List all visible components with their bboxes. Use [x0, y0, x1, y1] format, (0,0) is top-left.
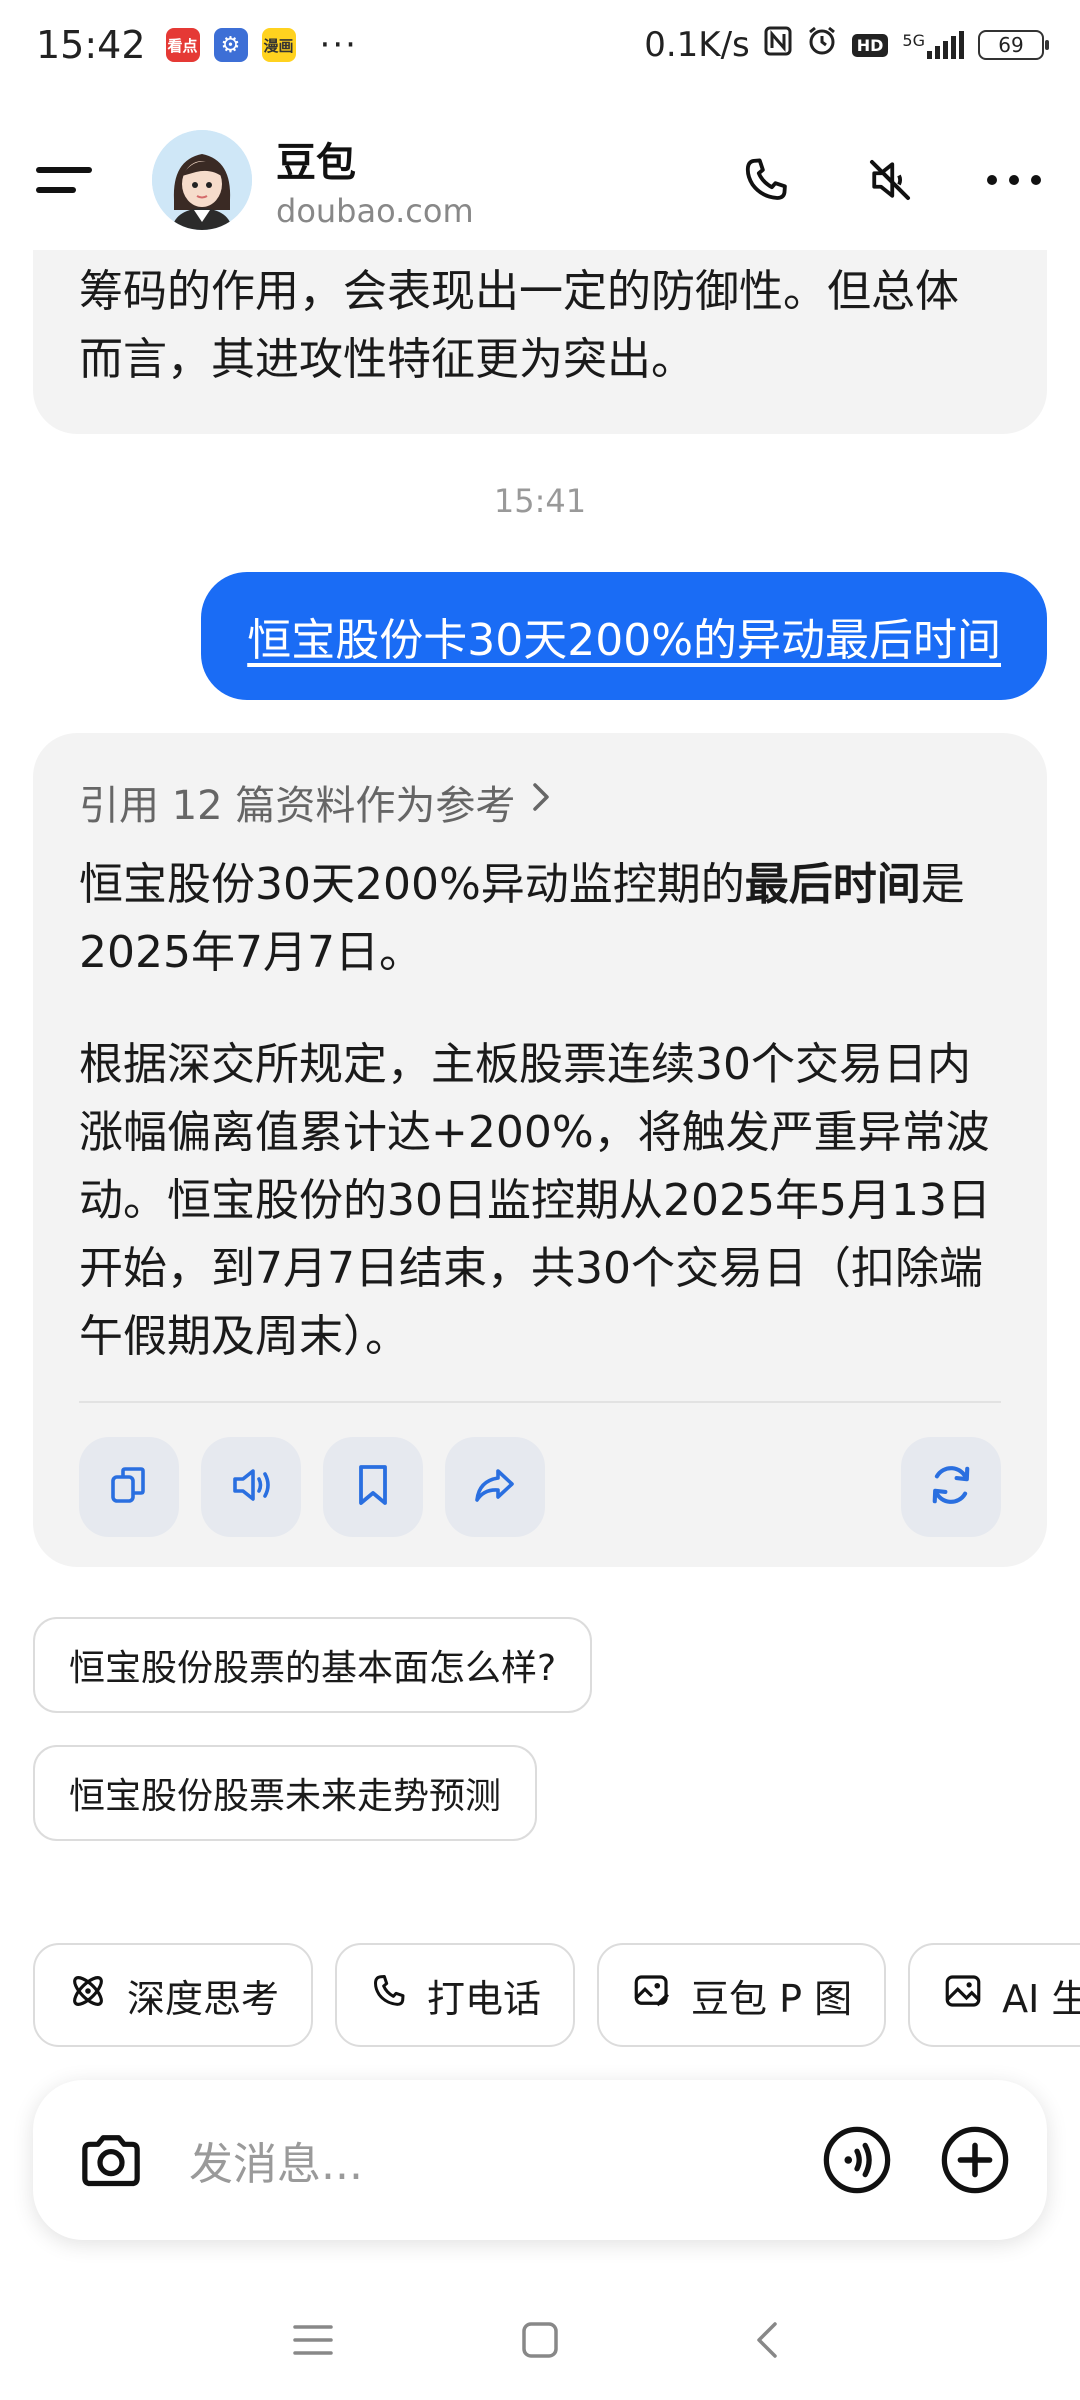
atom-icon: [67, 1970, 109, 2021]
answer-highlight: 最后时间: [744, 859, 921, 910]
status-more-icon: ···: [319, 25, 358, 65]
chat-area[interactable]: 筹码的作用，会表现出一定的防御性。但总体而言，其进攻性特征更为突出。 15:41…: [0, 250, 1080, 1940]
bookmark-button[interactable]: [323, 1437, 423, 1537]
ai-generate-button[interactable]: AI 生: [908, 1943, 1080, 2047]
signal-icon: [927, 31, 964, 59]
copy-button[interactable]: [79, 1437, 179, 1537]
system-nav-bar: [0, 2280, 1080, 2400]
nfc-icon: [764, 26, 792, 64]
bot-domain: doubao.com: [276, 192, 474, 230]
more-icon[interactable]: [984, 150, 1044, 210]
regenerate-button[interactable]: [901, 1437, 1001, 1537]
camera-icon[interactable]: [75, 2124, 147, 2196]
answer-paragraph-1: 恒宝股份30天200%异动监控期的最后时间是2025年7月7日。: [79, 859, 965, 978]
share-button[interactable]: [445, 1437, 545, 1537]
speaker-icon: [225, 1461, 277, 1513]
network-type: 5G: [902, 31, 964, 59]
status-time: 15:42: [36, 23, 146, 67]
image-edit-icon: [631, 1970, 673, 2021]
ai-answer: 引用 12 篇资料作为参考 恒宝股份30天200%异动监控期的最后时间是2025…: [33, 733, 1047, 1567]
suggestion-chip[interactable]: 恒宝股份股票未来走势预测: [33, 1745, 538, 1841]
message-input-bar: 发消息...: [33, 2080, 1047, 2240]
photo-edit-button[interactable]: 豆包 P 图: [597, 1943, 887, 2047]
status-app-icons: 看点 ⚙ 漫画 ···: [165, 25, 358, 65]
previous-message-text: 筹码的作用，会表现出一定的防御性。但总体而言，其进攻性特征更为突出。: [79, 266, 959, 385]
header-titles: 豆包 doubao.com: [276, 130, 474, 230]
message-timestamp: 15:41: [493, 482, 587, 520]
regenerate-icon: [925, 1459, 977, 1515]
references-link[interactable]: 引用 12 篇资料作为参考: [79, 769, 1001, 835]
answer-actions: [79, 1437, 1001, 1537]
plus-icon[interactable]: [939, 2124, 1011, 2196]
user-message[interactable]: 恒宝股份卡30天200%的异动最后时间: [201, 572, 1047, 700]
back-icon[interactable]: [737, 2310, 797, 2370]
avatar[interactable]: [152, 130, 252, 230]
references-label: 引用 12 篇资料作为参考: [79, 783, 516, 829]
net-speed: 0.1K/s: [644, 25, 750, 65]
share-icon: [470, 1461, 520, 1513]
header-actions: [736, 150, 1044, 210]
alarm-icon: [806, 25, 838, 65]
speaker-mute-icon[interactable]: [860, 150, 920, 210]
recent-apps-icon[interactable]: [283, 2310, 343, 2370]
call-button[interactable]: 打电话: [335, 1943, 576, 2047]
home-icon[interactable]: [510, 2310, 570, 2370]
divider: [79, 1401, 1001, 1403]
suggestion-text: 恒宝股份股票未来走势预测: [69, 1776, 502, 1817]
manhua-app-icon: 漫画: [261, 28, 296, 62]
deep-think-button[interactable]: 深度思考: [33, 1943, 314, 2047]
copy-icon: [105, 1461, 153, 1513]
answer-body: 恒宝股份30天200%异动监控期的最后时间是2025年7月7日。 根据深交所规定…: [79, 851, 1001, 1371]
phone-icon[interactable]: [736, 150, 796, 210]
previous-ai-message: 筹码的作用，会表现出一定的防御性。但总体而言，其进攻性特征更为突出。: [33, 250, 1047, 434]
user-message-text: 恒宝股份卡30天200%的异动最后时间: [247, 615, 1001, 666]
quick-tools: 深度思考 打电话 豆包 P 图 AI 生: [33, 1943, 1080, 2047]
chevron-right-icon: [529, 779, 553, 825]
chat-header: 豆包 doubao.com: [0, 110, 1080, 250]
kandian-app-icon: 看点: [165, 28, 200, 62]
read-aloud-button[interactable]: [201, 1437, 301, 1537]
image-icon: [942, 1970, 984, 2021]
bookmark-icon: [351, 1461, 395, 1513]
hd-icon: HD: [851, 33, 889, 57]
status-bar: 15:42 看点 ⚙ 漫画 ··· 0.1K/s HD 5G 69: [0, 0, 1080, 90]
suggestion-text: 恒宝股份股票的基本面怎么样?: [69, 1648, 557, 1689]
bot-name: 豆包: [276, 140, 356, 186]
menu-icon[interactable]: [36, 144, 108, 216]
voice-icon[interactable]: [821, 2124, 893, 2196]
settings-app-icon: ⚙: [213, 28, 248, 62]
status-right: 0.1K/s HD 5G 69: [644, 25, 1049, 65]
battery-icon: 69: [978, 30, 1049, 60]
message-input[interactable]: 发消息...: [189, 2128, 821, 2192]
suggestion-chip[interactable]: 恒宝股份股票的基本面怎么样?: [33, 1617, 593, 1713]
answer-paragraph-2: 根据深交所规定，主板股票连续30个交易日内涨幅偏离值累计达+200%，将触发严重…: [79, 1039, 991, 1362]
phone-icon: [369, 1971, 409, 2020]
